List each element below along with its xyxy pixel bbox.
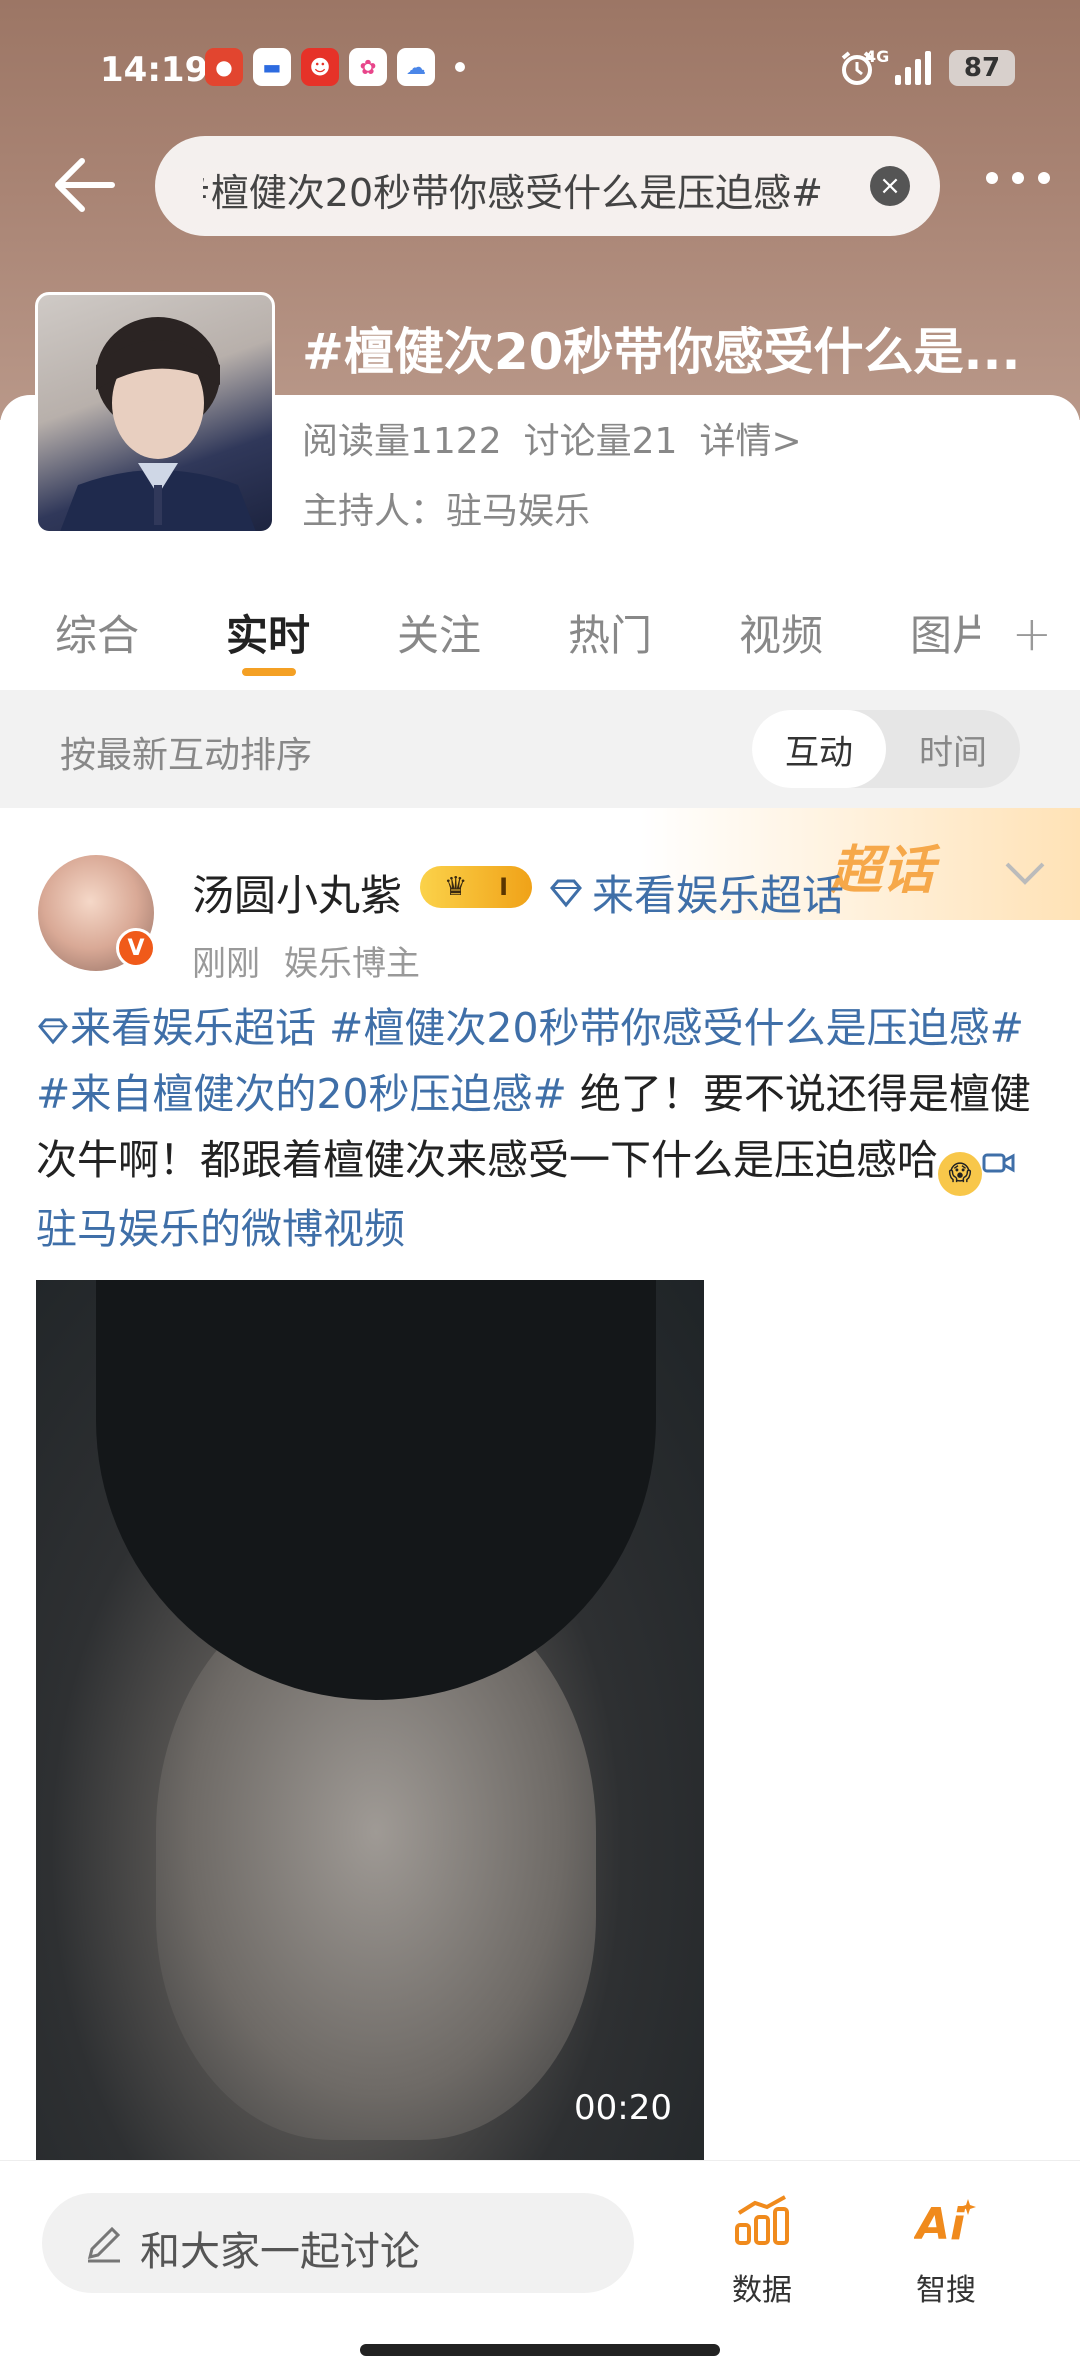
supertopic-inline-label: 来看娱乐超话 [70, 1004, 316, 1052]
discussion-placeholder: 和大家一起讨论 [140, 2229, 420, 2275]
tab-bar: 综合 实时 关注 热门 视频 图片 + [0, 590, 1080, 680]
app-notification-icon: ● [205, 48, 243, 86]
chevron-down-icon[interactable] [1003, 860, 1047, 888]
video-camera-icon [982, 1153, 1015, 1173]
more-options-icon[interactable] [986, 172, 1050, 184]
post-meta: 刚刚 娱乐博主 [192, 936, 420, 985]
search-query-wrapper: #檀健次20秒带你感受什么是压迫感# [203, 162, 823, 217]
add-tab-icon[interactable]: + [1012, 606, 1052, 662]
post-time: 刚刚 [192, 944, 260, 984]
diamond-icon [550, 879, 582, 907]
supertopic-banner-text: 超话 [830, 841, 935, 901]
status-indicators: 4G 87 [837, 47, 1015, 88]
battery-indicator: 87 [949, 50, 1015, 86]
crown-icon: ♛ [443, 872, 468, 902]
hashtag-link-pressure[interactable]: #檀健次20秒带你感受什么是压迫感# [329, 1004, 1024, 1052]
status-time: 14:19 [100, 50, 209, 90]
video-link-label: 驻马娱乐的微博视频 [36, 1205, 405, 1253]
sort-bar: 按最新互动排序 互动 时间 [0, 690, 1080, 808]
mascot-notification-icon: ☻ [301, 48, 339, 86]
topic-cover-image[interactable] [35, 292, 275, 534]
topic-host: 主持人：驻马娱乐 [302, 491, 591, 532]
verified-badge-icon: V [116, 928, 156, 968]
topic-title: #檀健次20秒带你感受什么是... [302, 323, 1021, 381]
active-tab-indicator [242, 668, 296, 676]
tab-hot[interactable]: 热门 [568, 602, 652, 663]
hashtag-link-20s[interactable]: #来自檀健次的20秒压迫感# [36, 1070, 567, 1118]
vip-level: I [499, 873, 509, 901]
ai-search-button[interactable]: Ai 智搜 [886, 2195, 1006, 2309]
signal-icon: 4G [865, 47, 931, 85]
supertopic-link[interactable]: 来看娱乐超话 [548, 862, 844, 923]
svg-text:Ai: Ai [914, 2199, 966, 2247]
video-duration: 00:20 [574, 2088, 672, 2128]
tab-video[interactable]: 视频 [739, 602, 823, 663]
network-type: 4G [865, 47, 890, 66]
supertopic-inline-link[interactable]: 来看娱乐超话 [36, 1004, 316, 1052]
diamond-icon [38, 1018, 68, 1045]
bottom-bar: 和大家一起讨论 数据 Ai 智搜 [0, 2160, 1080, 2373]
user-type: 娱乐博主 [284, 944, 420, 984]
details-link[interactable]: 详情> [699, 412, 801, 464]
sort-toggle: 互动 时间 [752, 710, 1020, 788]
colorful-app-notification-icon: ✿ [349, 48, 387, 86]
tab-comprehensive[interactable]: 综合 [55, 602, 139, 663]
cloud-app-notification-icon: ☁ [397, 48, 435, 86]
data-button[interactable]: 数据 [702, 2195, 822, 2309]
vip-badge: ♛ I [420, 866, 532, 908]
status-bar: 14:19 ● ▬ ☻ ✿ ☁ 4G 87 [0, 40, 1080, 104]
chart-icon [735, 2195, 789, 2245]
read-count: 阅读量1122 [302, 421, 502, 462]
tab-realtime[interactable]: 实时 [226, 602, 310, 663]
username[interactable]: 汤圆小丸紫 [192, 862, 402, 923]
discussion-count: 讨论量21 [523, 421, 678, 462]
sort-label: 按最新互动排序 [60, 735, 313, 776]
home-indicator[interactable] [360, 2344, 720, 2356]
discussion-input[interactable]: 和大家一起讨论 [42, 2193, 634, 2293]
tab-following[interactable]: 关注 [397, 602, 481, 663]
sort-by-time-button[interactable]: 时间 [886, 710, 1020, 788]
pencil-icon [87, 2226, 121, 2263]
data-label: 数据 [732, 2273, 792, 2308]
video-player[interactable]: 00:20 [36, 1280, 704, 2160]
ai-icon: Ai [913, 2199, 976, 2250]
clear-search-icon[interactable]: × [870, 166, 910, 206]
search-query: #檀健次20秒带你感受什么是压迫感# [203, 171, 823, 215]
search-input[interactable]: #檀健次20秒带你感受什么是压迫感# × [155, 136, 940, 236]
sort-by-interaction-button[interactable]: 互动 [752, 710, 886, 788]
supertopic-link-label: 来看娱乐超话 [592, 871, 845, 920]
video-frame-hair [96, 1280, 656, 1700]
notification-icons: ● ▬ ☻ ✿ ☁ [205, 48, 465, 86]
tab-images[interactable]: 图片 [910, 602, 980, 663]
emoji-icon: 😱 [938, 1152, 982, 1196]
topic-stats: 阅读量1122 讨论量21 详情> [302, 412, 802, 464]
more-notifications-dot [455, 62, 465, 72]
post-body: 来看娱乐超话 #檀健次20秒带你感受什么是压迫感# #来自檀健次的20秒压迫感#… [36, 995, 1046, 1262]
back-arrow-icon[interactable] [48, 150, 118, 220]
ai-search-label: 智搜 [916, 2273, 976, 2308]
wallet-notification-icon: ▬ [253, 48, 291, 86]
